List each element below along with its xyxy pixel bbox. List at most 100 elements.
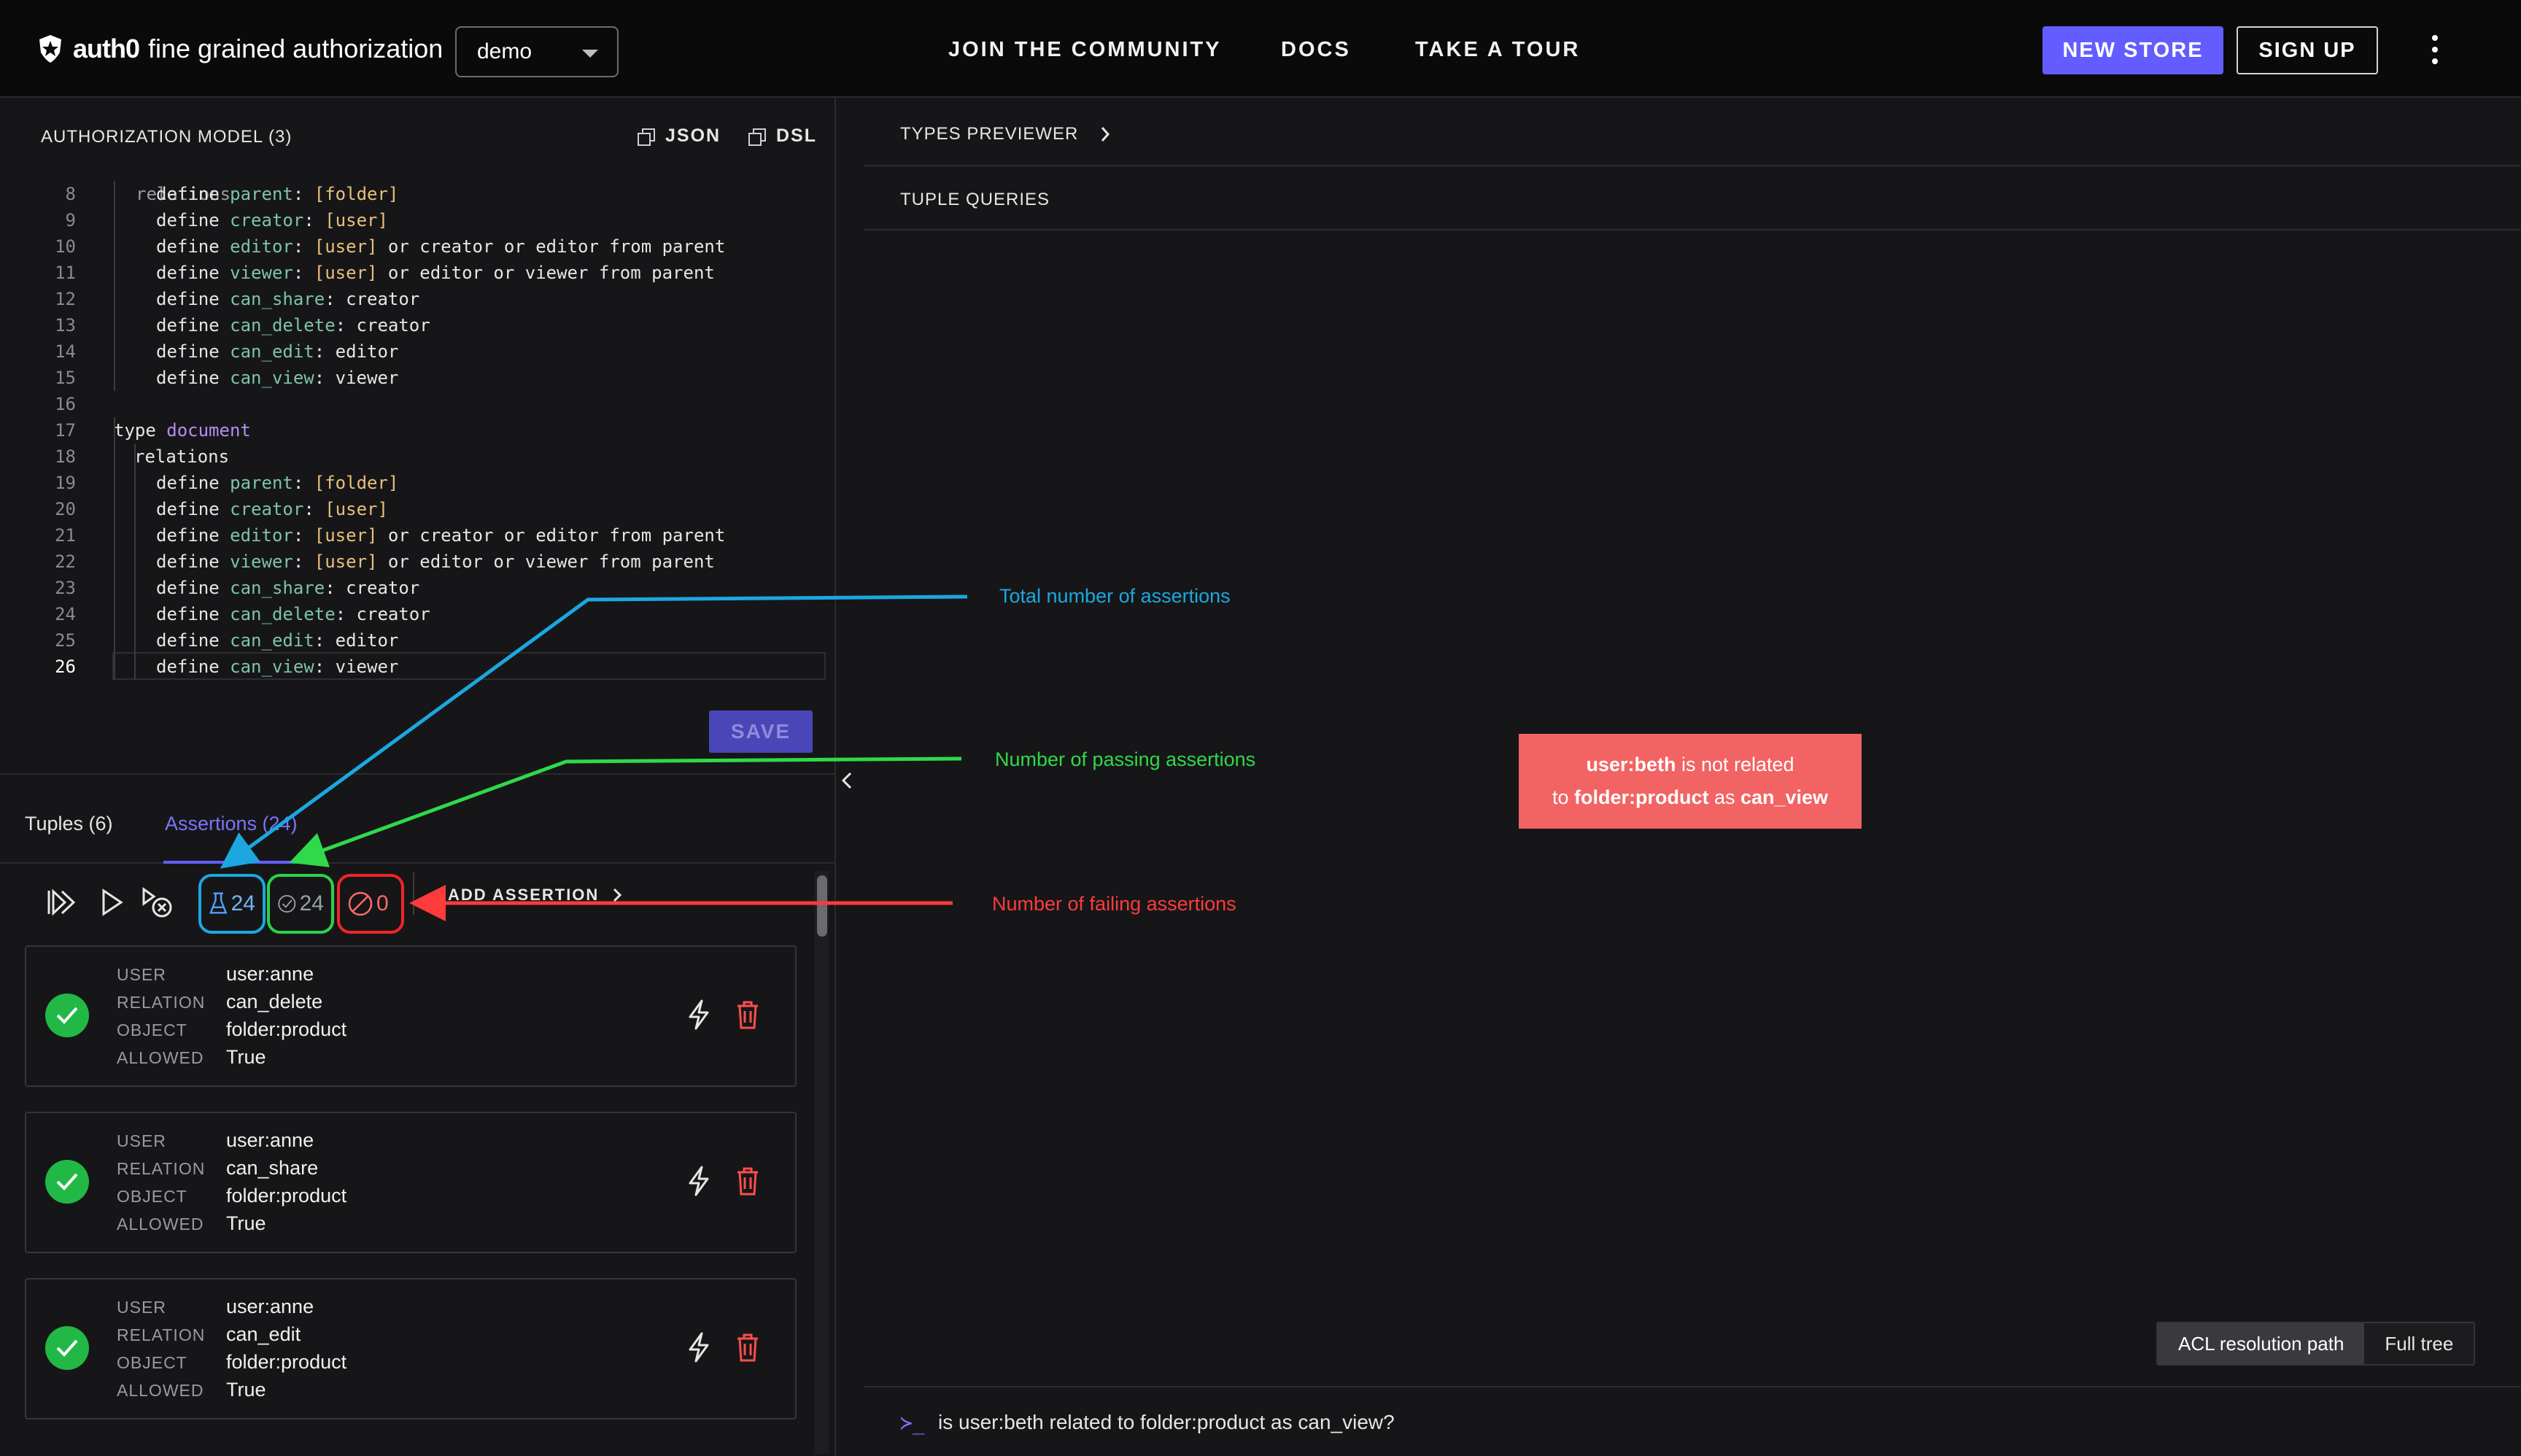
result-user: user:beth [1586,754,1676,775]
code-text: define can_edit: editor [156,341,399,362]
copy-dsl-button[interactable]: DSL [748,125,817,147]
assertion-card: USER user:anne RELATION can_delete OBJECT fol… [25,945,797,1087]
delete-assertion-icon[interactable] [735,1332,760,1363]
copy-icon [638,128,655,146]
code-line: 9 define creator: [user] [29,207,832,233]
annotation-total-label: Total number of assertions [999,585,1231,607]
line-number: 9 [65,210,76,231]
line-number: 14 [55,341,76,362]
line-number: 16 [55,394,76,414]
delete-assertion-icon[interactable] [735,999,760,1030]
code-text: define viewer: [user] or editor or viewe… [156,551,715,572]
indent-guide [114,417,115,680]
nav-docs[interactable]: DOCS [1281,38,1351,62]
dsl-label: DSL [776,125,817,146]
result-view-toggle: ACL resolution path Full tree [2156,1322,2476,1366]
assertion-object-value: folder:product [226,1185,347,1207]
assertions-scroll-thumb[interactable] [817,875,827,937]
assertion-relation-label: RELATION [117,1325,206,1344]
line-number: 11 [55,263,76,283]
assertion-object-label: OBJECT [117,1021,187,1039]
json-label: JSON [665,125,721,146]
assertion-user-label: USER [117,965,166,984]
code-text: define can_edit: editor [156,630,399,651]
current-line-highlight [112,652,826,680]
clear-results-icon[interactable] [142,887,174,919]
assertion-object-value: folder:product [226,1351,347,1373]
code-text: define viewer: [user] or editor or viewe… [156,263,715,283]
code-text: define can_share: creator [156,578,420,598]
indent-guide [134,444,136,680]
run-assertion-icon[interactable] [686,1166,712,1196]
assertion-allowed-label: ALLOWED [117,1381,204,1400]
code-text: define creator: [user] [156,499,388,519]
divider [864,229,2521,231]
collapse-panel-icon[interactable] [836,766,858,795]
save-button[interactable]: SAVE [709,710,813,753]
delete-assertion-icon[interactable] [735,1166,760,1196]
logo[interactable]: auth0 fine grained authorization [36,34,443,64]
divider [864,165,2521,166]
query-result-box: user:beth is not related to folder:produ… [1519,734,1862,829]
full-tree-button[interactable]: Full tree [2364,1323,2474,1364]
code-line: 13 define can_delete: creator [29,312,832,338]
tabs-divider [0,862,836,864]
line-number: 20 [55,499,76,519]
code-line: 14 define can_edit: editor [29,338,832,365]
divider [864,1386,2521,1387]
terminal-prompt-icon: ≻_ [900,1411,925,1435]
product-name: fine grained authorization [148,34,444,63]
code-line: 8 define parent: [folder] [29,181,832,207]
failing-assertions-counter: 0 [337,874,404,934]
new-store-button[interactable]: NEW STORE [2042,26,2223,74]
tuple-queries-title: TUPLE QUERIES [900,190,1050,209]
store-select[interactable]: demo [455,26,619,77]
run-all-icon[interactable] [47,888,77,916]
line-number: 21 [55,525,76,546]
toolbar-divider [413,872,414,915]
line-number: 17 [55,420,76,441]
types-previewer-toggle[interactable]: TYPES PREVIEWER [900,124,1110,144]
passing-count: 24 [299,891,324,915]
run-assertion-icon[interactable] [686,999,712,1030]
tab-assertions[interactable]: Assertions (24) [165,813,298,835]
line-number: 13 [55,315,76,336]
pass-check-icon [45,1326,89,1370]
add-assertion-button[interactable]: ADD ASSERTION [448,886,622,905]
query-input[interactable]: is user:beth related to folder:product a… [938,1411,1395,1434]
active-tab-indicator [163,861,306,864]
line-number: 8 [65,184,76,204]
code-line: 18 relations [29,444,832,470]
code-line: 21 define editor: [user] or creator or ed… [29,522,832,549]
code-text: relations [134,446,230,467]
code-text: define can_share: creator [156,289,420,309]
code-text: define can_delete: creator [156,315,430,336]
acl-resolution-path-button[interactable]: ACL resolution path [2158,1323,2365,1364]
nav-take-tour[interactable]: TAKE A TOUR [1415,38,1580,62]
code-text: define parent: [folder] [156,473,399,493]
passing-assertions-counter: 24 [267,874,334,934]
code-text: define creator: [user] [156,210,388,231]
assertion-user-value: user:anne [226,1296,314,1317]
copy-json-button[interactable]: JSON [638,125,721,147]
code-line: 10 define editor: [user] or creator or ed… [29,233,832,260]
code-line: 20 define creator: [user] [29,496,832,522]
sign-up-button[interactable]: SIGN UP [2237,26,2378,74]
run-icon[interactable] [101,888,124,916]
nav-join-community[interactable]: JOIN THE COMMUNITY [948,38,1222,62]
run-assertion-icon[interactable] [686,1332,712,1363]
model-code-editor[interactable]: relations 8 define parent: [folder] 9 defin… [29,166,832,694]
top-header: auth0 fine grained authorization demo JO… [0,0,2521,98]
line-number: 23 [55,578,76,598]
line-number: 26 [55,657,76,677]
line-number: 12 [55,289,76,309]
tab-tuples[interactable]: Tuples (6) [25,813,113,835]
result-object: folder:product [1573,786,1709,808]
more-menu-icon[interactable] [2426,35,2444,64]
failing-count: 0 [376,891,389,915]
pass-check-icon [45,1160,89,1204]
assertion-relation-value: can_edit [226,1323,301,1345]
assertions-scroll-track[interactable] [814,871,829,1455]
assertion-relation-value: can_share [226,1157,319,1179]
assertion-user-label: USER [117,1298,166,1317]
